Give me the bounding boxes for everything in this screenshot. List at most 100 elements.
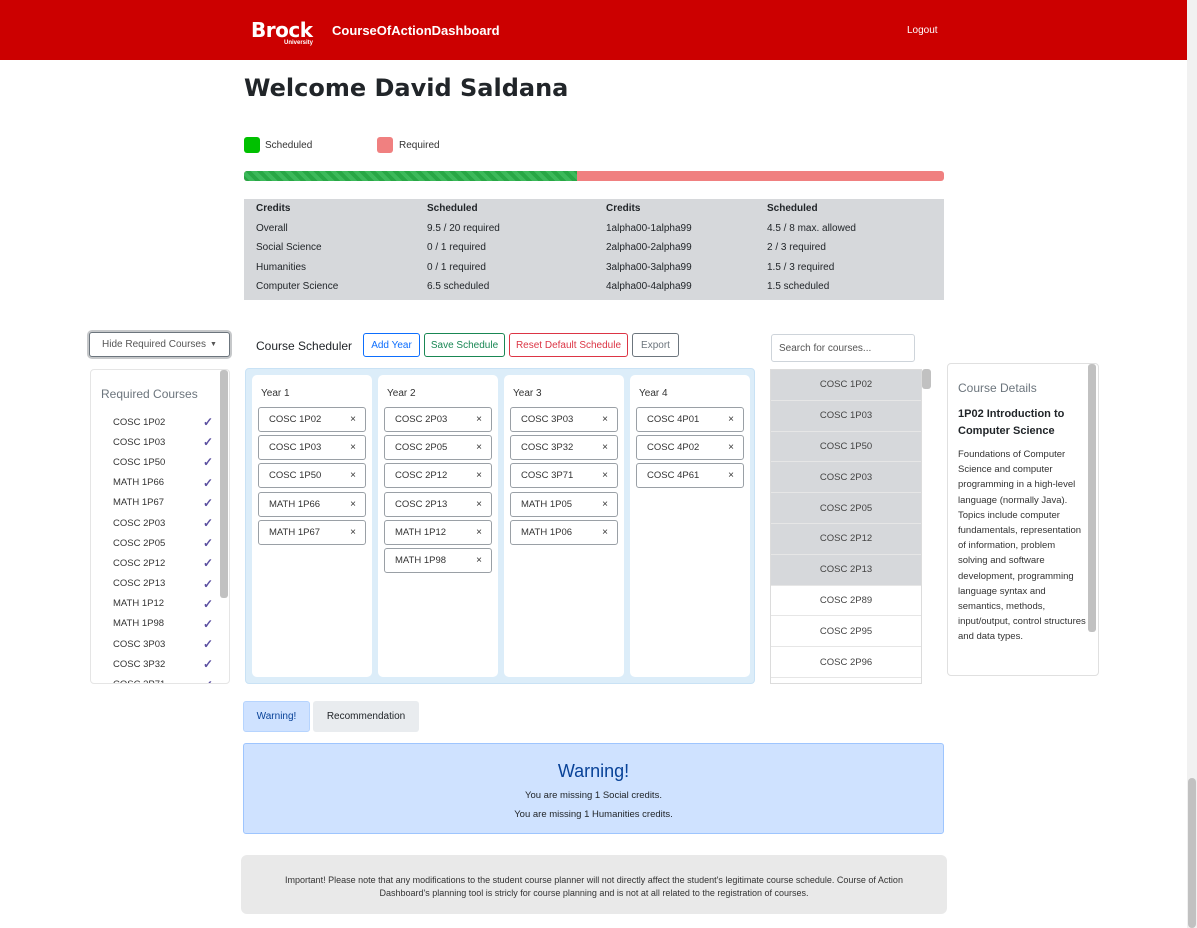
scheduled-course-card[interactable]: MATH 1P98 × xyxy=(384,548,492,573)
course-list-item[interactable]: COSC 2P13 xyxy=(771,554,921,586)
required-legend-swatch xyxy=(377,137,393,153)
scheduled-legend-label: Scheduled xyxy=(265,140,313,151)
remove-course-icon[interactable]: × xyxy=(476,527,482,538)
warning-message: You are missing 1 Social credits. xyxy=(525,790,662,801)
course-list-item[interactable]: COSC 2P05 xyxy=(771,493,921,524)
remove-course-icon[interactable]: × xyxy=(728,414,734,425)
course-search-input[interactable] xyxy=(771,334,915,362)
scheduled-course-card[interactable]: COSC 3P32 × xyxy=(510,435,618,461)
course-scheduler-board: Year 1 COSC 1P02 × COSC 1P03 × COSC 1P50 × MATH… xyxy=(245,368,755,684)
credits-table-cell: 2 / 3 required xyxy=(767,242,826,253)
credits-table-cell: 1alpha00-1alpha99 xyxy=(606,222,692,234)
required-course-item: COSC 3P71 ✓ xyxy=(113,674,213,683)
scheduled-course-code: COSC 3P32 xyxy=(521,442,574,454)
scheduled-course-card[interactable]: COSC 3P71 × xyxy=(510,463,618,489)
scheduled-course-code: COSC 4P61 xyxy=(647,470,700,482)
checkmark-icon: ✓ xyxy=(203,678,213,683)
scheduled-course-card[interactable]: COSC 4P61 × xyxy=(636,463,744,489)
course-list-item[interactable]: COSC 1P03 xyxy=(771,400,921,432)
credits-table-cell: 0 / 1 required xyxy=(427,242,486,253)
remove-course-icon[interactable]: × xyxy=(728,442,734,453)
save-schedule-button[interactable]: Save Schedule xyxy=(424,333,505,357)
required-course-item: MATH 1P66 ✓ xyxy=(113,473,213,493)
checkmark-icon: ✓ xyxy=(202,435,213,450)
scheduled-course-card[interactable]: COSC 1P02 × xyxy=(258,407,366,432)
credits-table-cell: 6.5 scheduled xyxy=(427,281,490,292)
hide-required-courses-dropdown[interactable]: Hide Required Courses ▼ xyxy=(89,332,230,357)
scheduled-course-code: COSC 4P02 xyxy=(647,442,700,454)
credits-table-header: Credits xyxy=(606,203,641,214)
scheduled-course-card[interactable]: COSC 1P03 × xyxy=(258,435,366,461)
scheduled-course-card[interactable]: MATH 1P05 × xyxy=(510,491,618,517)
course-list-item[interactable]: COSC 1P50 xyxy=(771,431,921,463)
remove-course-icon[interactable]: × xyxy=(476,442,482,453)
course-list-item[interactable]: COSC 2P03 xyxy=(771,462,921,494)
scheduled-course-card[interactable]: COSC 2P13 × xyxy=(384,491,492,517)
tab-recommendation[interactable]: Recommendation xyxy=(313,701,419,732)
remove-course-icon[interactable]: × xyxy=(350,442,356,453)
remove-course-icon[interactable]: × xyxy=(602,414,608,425)
remove-course-icon[interactable]: × xyxy=(350,470,356,481)
remove-course-icon[interactable]: × xyxy=(476,414,482,425)
remove-course-icon[interactable]: × xyxy=(602,499,608,510)
scheduled-course-card[interactable]: COSC 3P03 × xyxy=(510,407,618,432)
scheduled-course-card[interactable]: COSC 2P05 × xyxy=(384,435,492,461)
checkmark-icon: ✓ xyxy=(202,455,213,470)
checkmark-icon: ✓ xyxy=(202,596,213,611)
course-list-item[interactable]: COSC 2P96 xyxy=(771,647,921,678)
add-year-button[interactable]: Add Year xyxy=(363,333,420,357)
checkmark-icon: ✓ xyxy=(202,415,213,430)
reset-default-schedule-button[interactable]: Reset Default Schedule xyxy=(509,333,628,357)
remove-course-icon[interactable]: × xyxy=(602,442,608,453)
logout-link[interactable]: Logout xyxy=(907,25,938,36)
scheduled-course-card[interactable]: COSC 2P12 × xyxy=(384,463,492,489)
course-list-item[interactable]: COSC 2P95 xyxy=(771,616,921,648)
scheduled-course-code: COSC 1P02 xyxy=(269,414,322,425)
remove-course-icon[interactable]: × xyxy=(476,470,482,481)
credits-table-cell: Humanities xyxy=(256,261,307,273)
scheduled-course-card[interactable]: MATH 1P67 × xyxy=(258,519,366,545)
checkmark-icon: ✓ xyxy=(202,657,213,672)
scheduled-course-code: COSC 2P12 xyxy=(395,470,448,482)
course-list-item[interactable]: COSC 1P02 xyxy=(771,370,921,401)
scheduled-course-code: COSC 1P03 xyxy=(269,442,322,454)
brock-logo[interactable]: Brock xyxy=(251,19,313,41)
remove-course-icon[interactable]: × xyxy=(350,499,356,510)
scheduled-course-card[interactable]: COSC 1P50 × xyxy=(258,463,366,489)
course-details-scrollbar[interactable] xyxy=(1088,364,1096,632)
export-button[interactable]: Export xyxy=(632,333,679,357)
course-list-scrollbar[interactable] xyxy=(922,369,931,389)
remove-course-icon[interactable]: × xyxy=(728,470,734,481)
course-list-item[interactable]: COSC 2P12 xyxy=(771,523,921,555)
required-course-code: COSC 1P50 xyxy=(113,456,166,468)
course-list-item[interactable]: COSC 2P89 xyxy=(771,586,921,617)
remove-course-icon[interactable]: × xyxy=(476,499,482,510)
credit-progress-fill xyxy=(244,171,577,181)
app-title[interactable]: CourseOfActionDashboard xyxy=(332,23,500,38)
scheduled-course-card[interactable]: MATH 1P12 × xyxy=(384,519,492,545)
credits-table-cell: Computer Science xyxy=(256,281,339,292)
remove-course-icon[interactable]: × xyxy=(350,414,356,425)
remove-course-icon[interactable]: × xyxy=(350,527,356,538)
required-course-item: MATH 1P98 ✓ xyxy=(113,614,213,634)
credits-table-cell: 3alpha00-3alpha99 xyxy=(606,261,692,273)
scheduled-course-card[interactable]: COSC 2P03 × xyxy=(384,407,492,432)
tab-warning[interactable]: Warning! xyxy=(243,701,310,732)
credits-table-cell: 9.5 / 20 required xyxy=(427,222,500,234)
scheduled-course-code: COSC 2P13 xyxy=(395,498,448,510)
scheduled-course-card[interactable]: COSC 4P02 × xyxy=(636,435,744,461)
remove-course-icon[interactable]: × xyxy=(602,527,608,538)
required-courses-list: COSC 1P02 ✓ COSC 1P03 ✓ COSC 1P50 ✓ MATH 1P66 ✓… xyxy=(113,412,213,683)
required-courses-title: Required Courses xyxy=(101,387,198,401)
required-courses-scrollbar[interactable] xyxy=(220,370,228,598)
remove-course-icon[interactable]: × xyxy=(476,555,482,566)
remove-course-icon[interactable]: × xyxy=(602,470,608,481)
scheduled-course-card[interactable]: COSC 4P01 × xyxy=(636,407,744,432)
page-scrollbar-thumb[interactable] xyxy=(1188,778,1196,928)
required-course-code: COSC 2P12 xyxy=(113,557,166,569)
required-course-item: MATH 1P12 ✓ xyxy=(113,594,213,614)
required-course-item: COSC 2P12 ✓ xyxy=(113,553,213,573)
scheduled-course-card[interactable]: MATH 1P66 × xyxy=(258,491,366,517)
warning-message: You are missing 1 Humanities credits. xyxy=(514,809,673,820)
scheduled-course-card[interactable]: MATH 1P06 × xyxy=(510,519,618,545)
